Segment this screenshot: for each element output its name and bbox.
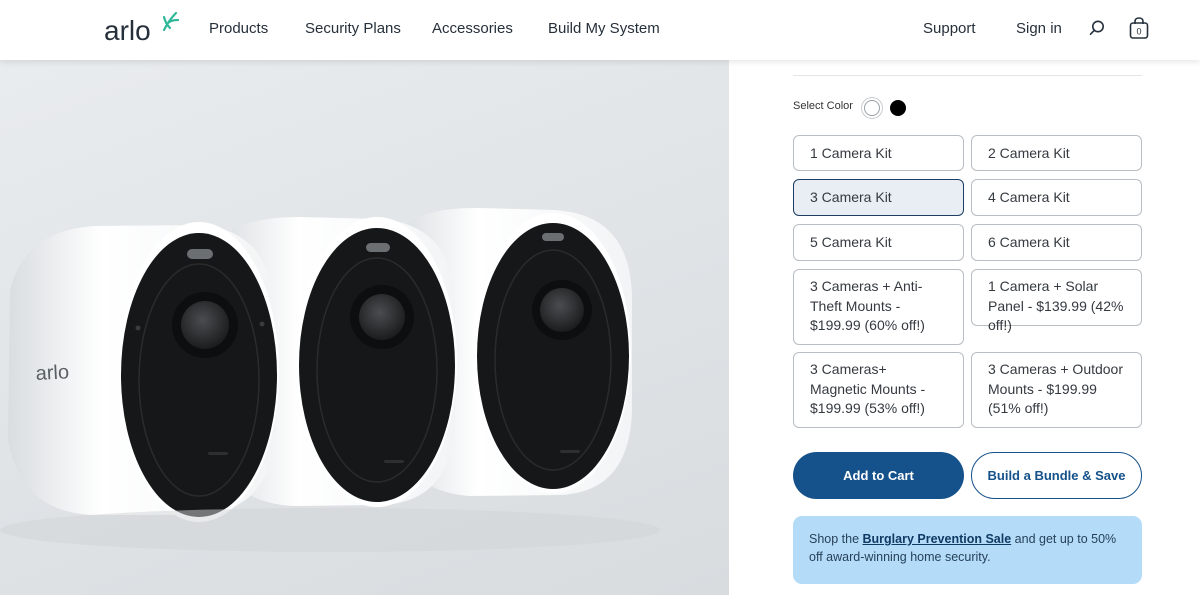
nav-build-my-system[interactable]: Build My System — [548, 20, 660, 37]
search-icon[interactable] — [1088, 19, 1106, 42]
option-3-cameras-outdoor[interactable]: 3 Cameras + Outdoor Mounts - $199.99 (51… — [971, 352, 1142, 428]
color-swatch-white[interactable] — [864, 100, 880, 116]
option-3-camera-kit[interactable]: 3 Camera Kit — [793, 179, 964, 216]
build-bundle-button[interactable]: Build a Bundle & Save — [971, 452, 1142, 499]
top-navigation-bar: arlo Products Security Plans Accessories… — [0, 0, 1200, 60]
option-5-camera-kit[interactable]: 5 Camera Kit — [793, 224, 964, 261]
promo-prefix: Shop the — [809, 532, 863, 546]
option-1-camera-kit[interactable]: 1 Camera Kit — [793, 135, 964, 171]
arlo-logo[interactable]: arlo — [104, 8, 184, 46]
product-image: arlo — [0, 60, 729, 595]
option-1-camera-solar-panel[interactable]: 1 Camera + Solar Panel - $139.99 (42% of… — [971, 269, 1142, 333]
divider — [793, 75, 1142, 76]
arlo-logo-icon: arlo — [104, 11, 180, 46]
camera-brand-text: arlo — [35, 361, 69, 385]
option-3-cameras-magnetic[interactable]: 3 Cameras+ Magnetic Mounts - $199.99 (53… — [793, 352, 964, 428]
option-4-camera-kit[interactable]: 4 Camera Kit — [971, 179, 1142, 216]
add-to-cart-button[interactable]: Add to Cart — [793, 452, 964, 499]
select-color-label: Select Color — [793, 100, 853, 112]
cart-count: 0 — [1136, 27, 1141, 37]
product-options-panel: Select Color 1 Camera Kit 2 Camera Kit 3… — [729, 60, 1200, 595]
nav-sign-in[interactable]: Sign in — [1016, 20, 1062, 37]
option-2-camera-kit[interactable]: 2 Camera Kit — [971, 135, 1142, 171]
promo-sale-link[interactable]: Burglary Prevention Sale — [863, 532, 1012, 546]
nav-security-plans[interactable]: Security Plans — [305, 20, 401, 37]
option-6-camera-kit[interactable]: 6 Camera Kit — [971, 224, 1142, 261]
option-3-cameras-anti-theft[interactable]: 3 Cameras + Anti-Theft Mounts - $199.99 … — [793, 269, 964, 345]
camera-kit-illustration: arlo — [0, 207, 660, 552]
nav-accessories[interactable]: Accessories — [432, 20, 513, 37]
color-swatch-black[interactable] — [890, 100, 906, 116]
cart-icon[interactable]: 0 — [1128, 16, 1150, 45]
svg-text:arlo: arlo — [104, 15, 151, 44]
camera-left: arlo — [8, 222, 279, 522]
nav-support[interactable]: Support — [923, 20, 976, 37]
nav-products[interactable]: Products — [209, 20, 268, 37]
promo-banner: Shop the Burglary Prevention Sale and ge… — [793, 516, 1142, 584]
